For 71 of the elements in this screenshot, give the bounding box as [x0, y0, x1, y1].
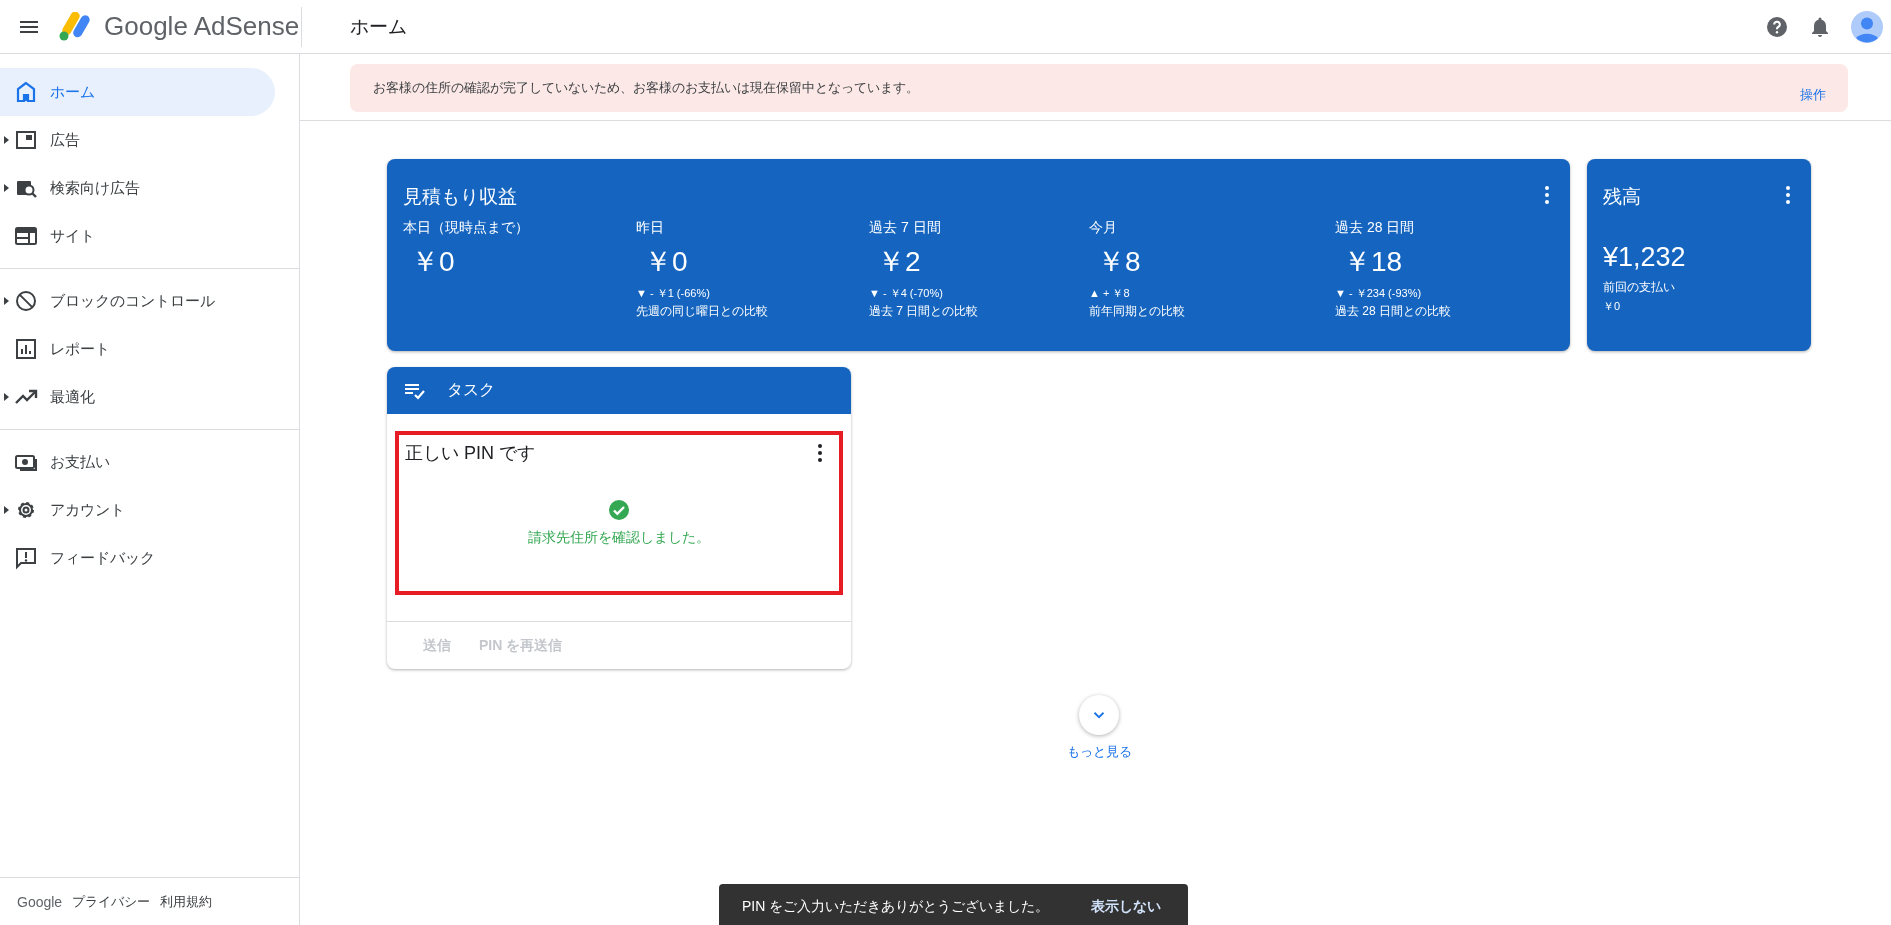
- footer-link[interactable]: プライバシー: [72, 893, 151, 911]
- card-title: 残高: [1603, 185, 1641, 207]
- metric-comparison: 前年同期との比較: [1089, 303, 1186, 320]
- nav-item[interactable]: 最適化: [0, 373, 275, 421]
- task-title: 正しい PIN です: [405, 442, 535, 465]
- nav-label: お支払い: [50, 452, 110, 472]
- success-message: 請求先住所を確認しました。: [528, 529, 710, 547]
- expand-caret-icon[interactable]: [4, 184, 9, 192]
- metric-change: ▼ - ￥1 (-66%): [636, 286, 711, 301]
- nav-label: フィードバック: [50, 548, 155, 568]
- nav-label: 検索向け広告: [50, 178, 140, 198]
- app-name: Google AdSense: [104, 11, 301, 42]
- metric-value: ￥0: [411, 245, 456, 279]
- metric-label: 過去 7 日間: [869, 219, 942, 237]
- metric-change: ▲ + ￥8: [1089, 286, 1131, 301]
- nav-item[interactable]: サイト: [0, 212, 275, 260]
- metric-value: ￥0: [644, 245, 689, 279]
- more-vert-icon[interactable]: [817, 443, 823, 463]
- ad-icon: [14, 128, 38, 152]
- metric-label: 昨日: [636, 219, 665, 237]
- metric-comparison: 過去 7 日間との比較: [869, 303, 980, 320]
- metric-label: 本日（現時点まで）: [403, 219, 530, 237]
- show-more-link[interactable]: もっと見る: [1066, 743, 1132, 761]
- dismiss-button[interactable]: 表示しない: [1091, 897, 1161, 916]
- nav-item[interactable]: フィードバック: [0, 534, 275, 582]
- alert-message: お客様の住所の確認が完了していないため、お客様のお支払いは現在保留中となっています。: [373, 79, 919, 97]
- metric-comparison: 過去 28 日間との比較: [1335, 303, 1452, 320]
- nav-label: ホーム: [50, 82, 95, 102]
- expand-caret-icon[interactable]: [4, 506, 9, 514]
- nav-label: レポート: [50, 339, 110, 359]
- metric-change: ▼ - ￥4 (-70%): [869, 286, 944, 301]
- page-title: ホーム: [350, 14, 407, 39]
- block-icon: [14, 289, 38, 313]
- avatar-icon[interactable]: [1851, 10, 1883, 43]
- metric-value: ￥18: [1343, 245, 1404, 279]
- nav-item[interactable]: ホーム: [0, 68, 275, 116]
- last-payment-label: 前回の支払い: [1603, 279, 1676, 296]
- expand-caret-icon[interactable]: [4, 136, 9, 144]
- nav-item[interactable]: 広告: [0, 116, 275, 164]
- snackbar-message: PIN をご入力いただきありがとうございました。: [742, 897, 1050, 916]
- balance-amount: ¥1,232: [1603, 242, 1687, 273]
- nav-item[interactable]: アカウント: [0, 486, 275, 534]
- expand-caret-icon[interactable]: [4, 393, 9, 401]
- task-header-title: タスク: [447, 380, 495, 400]
- metric-change: ▼ - ￥234 (-93%): [1335, 286, 1423, 301]
- nav-label: 広告: [50, 130, 80, 150]
- metric-value: ￥2: [877, 245, 922, 279]
- help-icon[interactable]: [1765, 14, 1789, 39]
- expand-caret-icon[interactable]: [4, 297, 9, 305]
- nav-item[interactable]: 検索向け広告: [0, 164, 275, 212]
- browser-window-icon: [14, 224, 38, 248]
- action-link[interactable]: 操作: [1800, 86, 1826, 104]
- nav-label: 最適化: [50, 387, 95, 407]
- nav-item[interactable]: ブロックのコントロール: [0, 277, 275, 325]
- feedback-icon: [14, 546, 38, 570]
- check-circle-icon: [608, 499, 630, 521]
- footer-brand: Google: [17, 894, 63, 910]
- nav-label: アカウント: [50, 500, 125, 520]
- card-title: 見積もり収益: [403, 185, 517, 207]
- last-payment-value: ￥0: [1603, 299, 1622, 314]
- metric-label: 今月: [1089, 219, 1118, 237]
- nav-item[interactable]: レポート: [0, 325, 275, 373]
- metric-value: ￥8: [1097, 245, 1142, 279]
- metric-label: 過去 28 日間: [1335, 219, 1416, 237]
- nav-label: サイト: [50, 226, 95, 246]
- bar-chart-icon: [14, 337, 38, 361]
- metric-comparison: 先週の同じ曜日との比較: [636, 303, 769, 320]
- footer-link[interactable]: 利用規約: [160, 893, 213, 911]
- nav-item[interactable]: お支払い: [0, 438, 275, 486]
- nav-label: ブロックのコントロール: [50, 291, 215, 311]
- home-icon: [14, 80, 38, 104]
